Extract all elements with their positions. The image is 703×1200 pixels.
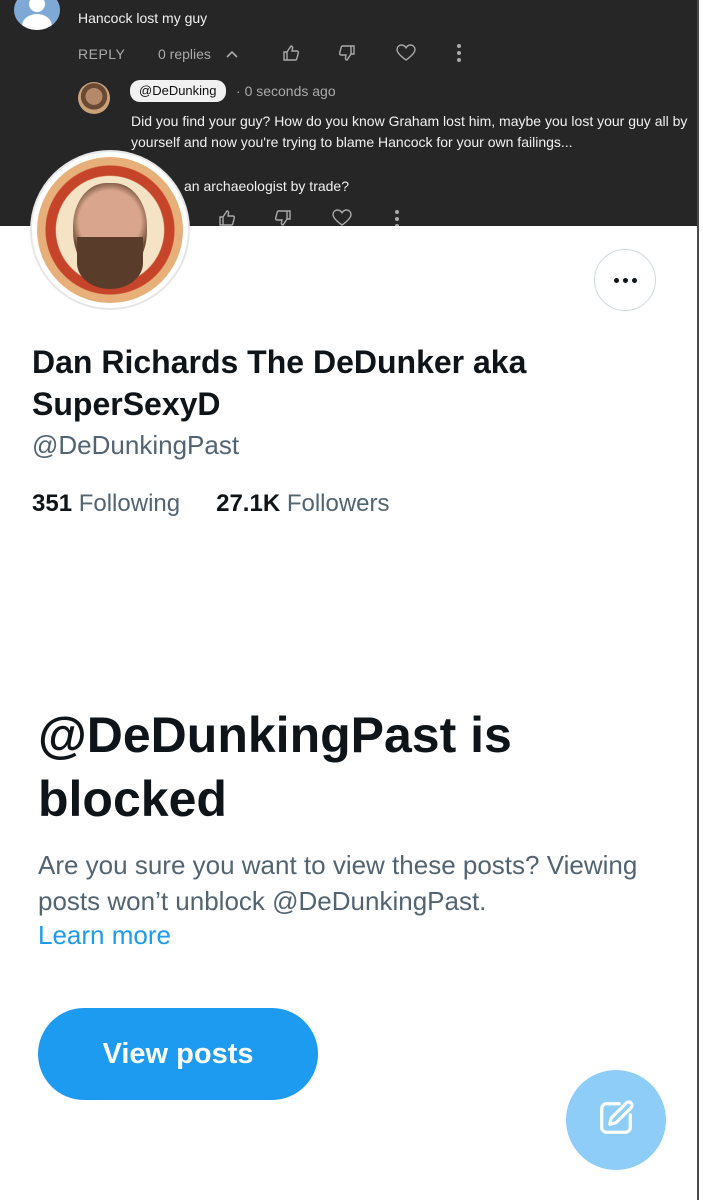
comment-actions: REPLY 0 replies [78, 44, 239, 64]
replies-toggle[interactable]: 0 replies [158, 46, 211, 62]
profile-handle: @DeDunkingPast [32, 430, 240, 460]
followers-count: 27.1K [216, 490, 281, 517]
thumbs-down-icon[interactable] [338, 44, 356, 67]
following-count: 351 [32, 490, 73, 517]
chevron-up-icon[interactable] [225, 46, 239, 62]
following-link[interactable]: 351 Following [32, 490, 180, 518]
profile-display-name: Dan Richards The DeDunker aka SuperSexyD [32, 344, 527, 422]
thumbs-up-icon[interactable] [218, 209, 236, 226]
reply-avatar [78, 82, 110, 114]
profile-avatar-image [37, 157, 183, 303]
reply-text: Did you find your guy? How do you know G… [131, 113, 688, 150]
followers-label: Followers [286, 490, 390, 517]
avatar-beard [77, 237, 143, 289]
view-posts-button[interactable]: View posts [38, 1008, 318, 1100]
scrollbar[interactable] [697, 0, 703, 1200]
reply-timestamp: · 0 seconds ago [236, 83, 336, 99]
heart-icon[interactable] [332, 209, 352, 226]
more-vertical-icon[interactable] [394, 209, 400, 226]
follow-stats: 351 Following 27.1K Followers [32, 490, 390, 518]
thumbs-up-icon[interactable] [282, 44, 300, 67]
reply-text-partial: an archaeologist by trade? [184, 178, 349, 194]
heart-icon[interactable] [396, 44, 416, 67]
compose-button[interactable] [566, 1070, 666, 1170]
reply-handle-chip[interactable]: @DeDunking [130, 80, 226, 102]
more-horizontal-icon [613, 277, 637, 283]
learn-more-link[interactable]: Learn more [38, 920, 171, 951]
blocked-title: @DeDunkingPast is blocked [38, 707, 512, 827]
compose-icon [597, 1099, 635, 1142]
comment-text: Hancock lost my guy [78, 10, 208, 26]
blocked-message: Are you sure you want to view these post… [38, 850, 638, 916]
profile-avatar[interactable] [32, 152, 188, 308]
following-label: Following [78, 490, 181, 517]
commenter-avatar [14, 0, 60, 30]
thumbs-down-icon[interactable] [274, 209, 292, 226]
reply-button[interactable]: REPLY [78, 46, 158, 62]
more-vertical-icon[interactable] [456, 43, 462, 68]
followers-link[interactable]: 27.1K Followers [216, 490, 389, 518]
more-options-button[interactable] [594, 249, 656, 311]
